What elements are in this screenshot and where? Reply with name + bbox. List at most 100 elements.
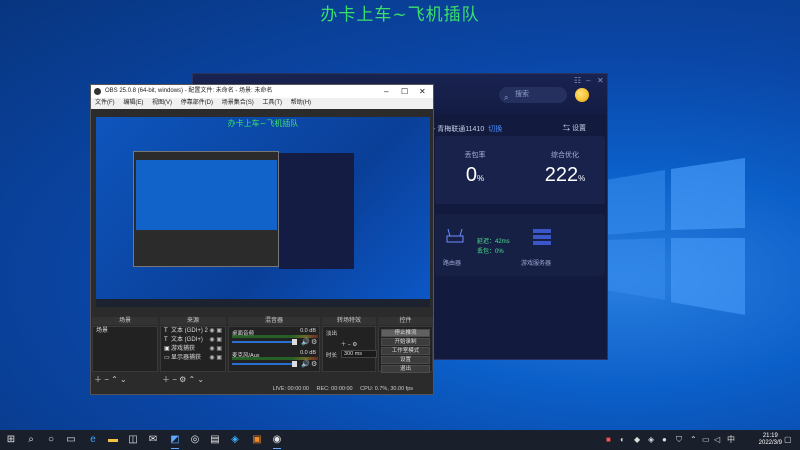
source-row[interactable]: ▭显示器捕获 ◉ ▣ bbox=[161, 354, 225, 363]
mail-icon[interactable]: ✉ bbox=[146, 433, 160, 447]
gear-icon[interactable]: ⚙ bbox=[311, 360, 317, 368]
transition-controls[interactable]: ＋ − ⚙ bbox=[341, 342, 358, 348]
minimize-icon[interactable]: – bbox=[586, 76, 590, 85]
speaker-icon[interactable]: 🔊 bbox=[301, 338, 310, 346]
settings-button[interactable]: 设置 bbox=[381, 356, 430, 364]
optimization-stat: 综合优化 222% bbox=[544, 152, 586, 186]
shield-icon[interactable]: ⛉ bbox=[676, 435, 682, 445]
maximize-icon[interactable]: ☐ bbox=[401, 85, 408, 98]
volume-icon[interactable]: ◁ bbox=[714, 435, 720, 445]
obs-menubar: 文件(F) 编辑(E) 视图(V) 停靠部件(D) 场景集合(S) 工具(T) … bbox=[91, 98, 433, 109]
menu-edit[interactable]: 编辑(E) bbox=[123, 100, 143, 106]
search-icon[interactable]: ⌕ bbox=[24, 433, 38, 447]
speaker-icon[interactable]: 🔊 bbox=[301, 360, 310, 368]
windows-start-icon[interactable]: ⊞ bbox=[4, 433, 18, 447]
clock[interactable]: 21:19 2022/3/9 bbox=[759, 433, 782, 447]
windows-logo-wallpaper bbox=[605, 158, 745, 315]
minimize-icon[interactable]: – bbox=[384, 85, 388, 98]
accelerator-app-icon[interactable]: ◩ bbox=[168, 433, 182, 449]
mixer-header: 混音器 bbox=[228, 317, 320, 325]
tray-app-icon[interactable]: ◆ bbox=[634, 435, 640, 445]
switch-server-link[interactable]: 切换 bbox=[488, 126, 502, 133]
sources-panel: T 文本 (GDI+) 2 ◉ ▣ T 文本 (GDI+) ◉ ▣ ▣游戏捕获 ◉ ▣ ▭… bbox=[160, 326, 226, 372]
mixer-panel: 桌面音频 0.0 dB 🔊 ⚙ 麦克风/Aux 0.0 dB 🔊 ⚙ bbox=[228, 326, 320, 372]
controls-header: 控件 bbox=[378, 317, 433, 325]
source-row[interactable]: T 文本 (GDI+) 2 ◉ ▣ bbox=[161, 327, 225, 336]
scenes-header: 场景 bbox=[92, 317, 158, 325]
menu-file[interactable]: 文件(F) bbox=[95, 100, 115, 106]
visibility-lock-icons: ◉ ▣ bbox=[209, 337, 222, 343]
steam-icon[interactable]: ◎ bbox=[188, 433, 202, 447]
notification-icon[interactable]: ▢ bbox=[784, 435, 792, 445]
transition-type-select[interactable]: 淡出 bbox=[326, 331, 337, 337]
obs-statusbar: LIVE: 00:00:00 REC: 00:00:00 CPU: 0.7%, … bbox=[91, 384, 433, 394]
obs-preview[interactable]: 办卡上车~飞机插队 bbox=[96, 117, 430, 307]
cpu-fps: CPU: 0.7%, 30.00 fps bbox=[360, 386, 413, 392]
network-icon[interactable]: ▭ bbox=[702, 435, 710, 445]
server-icon bbox=[533, 229, 551, 245]
preview-nested-accelerator bbox=[279, 153, 354, 269]
settings-button[interactable]: ⇆ 设置 bbox=[563, 123, 586, 133]
live-timer: LIVE: 00:00:00 bbox=[272, 386, 309, 392]
stats-card: 丢包率 0% 综合优化 222% bbox=[435, 136, 605, 204]
exit-button[interactable]: 退出 bbox=[381, 365, 430, 373]
rec-timer: REC: 00:00:00 bbox=[316, 386, 353, 392]
tray-app-icon[interactable]: ■ bbox=[606, 435, 611, 445]
visibility-lock-icons: ◉ ▣ bbox=[209, 328, 222, 334]
stop-streaming-button[interactable]: 停止推流 bbox=[381, 329, 430, 337]
menu-view[interactable]: 视图(V) bbox=[152, 100, 172, 106]
close-icon[interactable]: ✕ bbox=[419, 85, 426, 98]
packet-loss-stat: 丢包率 0% bbox=[464, 152, 486, 186]
transitions-panel: 淡出 ＋ − ⚙ 时长 300 ms bbox=[322, 326, 377, 372]
gear-icon[interactable]: ⚙ bbox=[311, 338, 317, 346]
edge-icon[interactable]: e bbox=[86, 433, 100, 447]
avatar[interactable] bbox=[575, 88, 589, 102]
obs-app-icon[interactable]: ◉ bbox=[270, 433, 284, 449]
file-explorer-icon[interactable]: ▬ bbox=[106, 433, 120, 447]
visibility-lock-icons: ◉ ▣ bbox=[209, 355, 222, 361]
menu-scene-collection[interactable]: 场景集合(S) bbox=[222, 100, 254, 106]
stream-overlay-title: 办卡上车~飞机插队 bbox=[320, 5, 480, 25]
transitions-header: 转场特效 bbox=[322, 317, 376, 325]
sources-header: 来源 bbox=[160, 317, 226, 325]
app-icon[interactable]: ◈ bbox=[228, 433, 242, 447]
app-icon[interactable]: ▣ bbox=[250, 433, 264, 447]
start-recording-button[interactable]: 开始录制 bbox=[381, 338, 430, 346]
tray-app-icon[interactable]: ● bbox=[662, 435, 667, 445]
volume-slider[interactable] bbox=[292, 361, 297, 367]
close-icon[interactable]: ✕ bbox=[597, 76, 604, 85]
obs-logo-icon bbox=[94, 88, 101, 95]
task-view-icon[interactable]: ▭ bbox=[64, 433, 78, 447]
chevron-up-icon[interactable]: ⌃ bbox=[690, 435, 697, 445]
controls-panel: 停止推流 开始录制 工作室模式 设置 退出 bbox=[378, 326, 433, 373]
router-icon bbox=[446, 228, 464, 243]
menu-tools[interactable]: 工具(T) bbox=[262, 100, 282, 106]
store-icon[interactable]: ◫ bbox=[126, 433, 140, 447]
source-row[interactable]: ▣游戏捕获 ◉ ▣ bbox=[161, 345, 225, 354]
obs-window[interactable]: OBS 25.0.8 (64-bit, windows) - 配置文件: 未命名… bbox=[90, 84, 434, 395]
tray-app-icon[interactable]: ◈ bbox=[648, 435, 654, 445]
obs-titlebar: OBS 25.0.8 (64-bit, windows) - 配置文件: 未命名… bbox=[91, 85, 433, 98]
taskbar: ⊞ ⌕ ○ ▭ e ▬ ◫ ✉ ◩ ◎ ▤ ◈ ▣ ◉ ■ ◐ ◆ ◈ ● ⛉ … bbox=[0, 430, 800, 450]
text-source-icon: T bbox=[164, 337, 168, 343]
display-capture-icon: ▭ bbox=[164, 355, 170, 361]
studio-mode-button[interactable]: 工作室模式 bbox=[381, 347, 430, 355]
search-input[interactable]: ⌕ 搜索 bbox=[499, 87, 567, 103]
preview-taskbar bbox=[96, 299, 430, 307]
game-capture-icon: ▣ bbox=[164, 346, 170, 352]
source-row[interactable]: T 文本 (GDI+) ◉ ▣ bbox=[161, 336, 225, 345]
route-panel: 路由器 延迟：42ms 丢包：0% 游戏服务器 bbox=[435, 214, 605, 276]
tray-app-icon[interactable]: ◐ bbox=[620, 435, 625, 445]
menu-docks[interactable]: 停靠部件(D) bbox=[181, 100, 213, 106]
duration-input[interactable]: 300 ms bbox=[341, 350, 377, 358]
menu-help[interactable]: 帮助(H) bbox=[291, 100, 311, 106]
cortana-icon[interactable]: ○ bbox=[44, 433, 58, 447]
mixer-channel: 桌面音频 0.0 dB 🔊 ⚙ bbox=[232, 328, 318, 346]
app-icon[interactable]: ▤ bbox=[208, 433, 222, 447]
ime-indicator[interactable]: 中 bbox=[727, 435, 735, 445]
preview-nested-obs bbox=[133, 151, 279, 267]
scene-item[interactable]: 场景 bbox=[93, 327, 157, 336]
volume-slider[interactable] bbox=[292, 339, 297, 345]
server-label: - 青梅联通11410 切换 bbox=[433, 126, 503, 133]
menu-icon[interactable]: ☷ bbox=[574, 76, 581, 85]
